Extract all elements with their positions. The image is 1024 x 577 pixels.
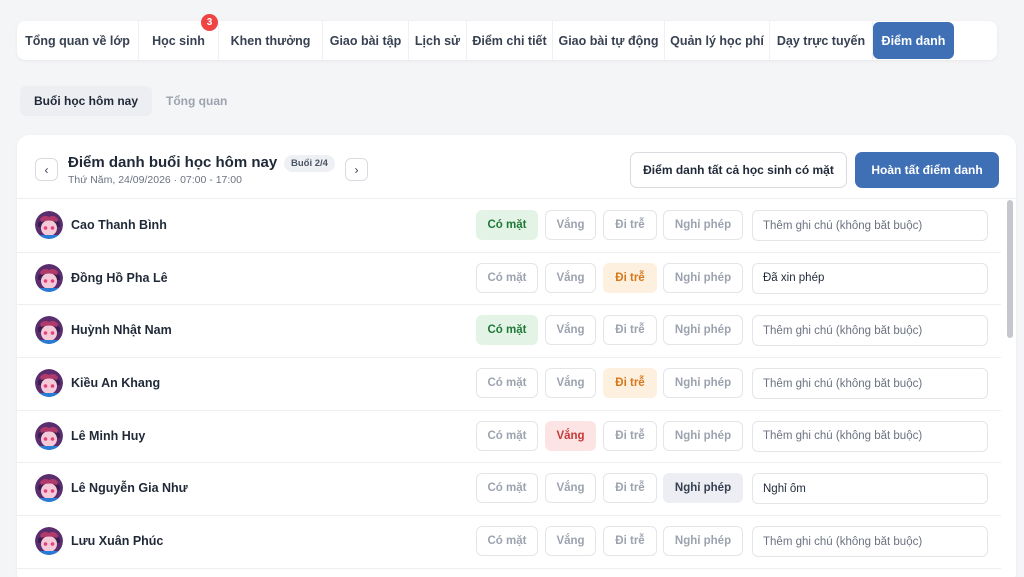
page-title: Điểm danh buổi học hôm nay (68, 154, 278, 171)
status-present-button[interactable]: Có mặt (476, 473, 538, 504)
status-late-button[interactable]: Đi trễ (603, 526, 657, 557)
status-leave-button[interactable]: Nghỉ phép (663, 368, 743, 399)
tab-label: Điểm chi tiết (472, 33, 547, 48)
scrollbar-thumb[interactable] (1007, 200, 1013, 338)
tab-label: Giao bài tập (329, 33, 402, 48)
note-input[interactable] (752, 420, 988, 452)
subtab-0[interactable]: Buổi học hôm nay (20, 86, 153, 116)
avatar (35, 263, 63, 292)
subtab-1[interactable]: Tổng quan (152, 86, 241, 116)
tab-2[interactable]: Khen thưởng (219, 21, 323, 60)
avatar (35, 527, 63, 556)
tab-5[interactable]: Điểm chi tiết (467, 21, 553, 60)
tab-label: Giao bài tự động (558, 33, 659, 48)
status-late-button[interactable]: Đi trễ (603, 315, 657, 346)
tab-1[interactable]: Học sinh 3 (139, 14, 219, 60)
student-name: Lê Minh Huy (71, 428, 146, 443)
status-late-button[interactable]: Đi trễ (603, 262, 657, 293)
student-row: Huỳnh Nhật Nam Có mặt Vắng Đi trễ Nghỉ phép (17, 305, 1001, 359)
finish-attendance-button[interactable]: Hoàn tất điểm danh (855, 152, 999, 188)
chevron-left-icon[interactable]: ‹ (35, 158, 58, 181)
tab-label: Lịch sử (414, 33, 461, 48)
note-input[interactable] (752, 315, 988, 347)
tab-4[interactable]: Lịch sử (409, 21, 467, 60)
attendance-card: ‹ Điểm danh buổi học hôm nay Buổi 2/4 Th… (17, 135, 1016, 577)
student-name: Kiều An Khang (71, 376, 161, 391)
student-name: Lê Nguyễn Gia Như (71, 481, 188, 496)
status-leave-button[interactable]: Nghỉ phép (663, 526, 743, 557)
session-datetime: Thứ Năm, 24/09/2026 · 07:00 - 17:00 (68, 174, 242, 186)
status-leave-button[interactable]: Nghỉ phép (663, 315, 743, 346)
status-present-button[interactable]: Có mặt (476, 262, 538, 293)
student-name: Cao Thanh Bình (71, 218, 167, 232)
note-input[interactable] (752, 210, 988, 241)
status-absent-button[interactable]: Vắng (545, 473, 596, 504)
student-row: Lê Minh Huy Có mặt Vắng Đi trễ Nghỉ phép (17, 411, 1001, 464)
student-row: Đồng Hồ Pha Lê Có mặt Vắng Đi trễ Nghỉ phép (17, 253, 1001, 306)
tab-9[interactable]: Điểm danh (873, 22, 954, 59)
session-badge: Buổi 2/4 (284, 155, 335, 172)
status-late-button[interactable]: Đi trễ (603, 473, 657, 504)
tab-label: Dạy trực tuyến (776, 33, 866, 48)
student-row: Kiều An Khang Có mặt Vắng Đi trễ Nghỉ phép (17, 358, 1001, 411)
note-input[interactable] (752, 368, 988, 400)
student-row: Lưu Xuân Phúc Có mặt Vắng Đi trễ Nghỉ phép (17, 516, 1001, 569)
status-late-button[interactable]: Đi trễ (603, 368, 657, 399)
status-present-button[interactable]: Có mặt (476, 315, 538, 346)
tab-label: Khen thưởng (230, 33, 311, 48)
avatar (35, 211, 63, 239)
status-absent-button[interactable]: Vắng (545, 368, 596, 399)
student-name: Đồng Hồ Pha Lê (71, 270, 168, 285)
note-input[interactable] (752, 526, 988, 558)
tab-label: Tổng quan về lớp (25, 33, 130, 48)
tab-label: Học sinh (152, 33, 205, 48)
attendance-header: ‹ Điểm danh buổi học hôm nay Buổi 2/4 Th… (17, 135, 1016, 199)
student-row: Cao Thanh Bình Có mặt Vắng Đi trễ Nghỉ phép (17, 200, 1001, 253)
status-late-button[interactable]: Đi trễ (603, 420, 657, 451)
status-leave-button[interactable]: Nghỉ phép (663, 473, 743, 504)
student-name: Lưu Xuân Phúc (71, 534, 164, 549)
tab-label: Điểm danh (881, 33, 946, 48)
tab-label: Quản lý học phí (670, 33, 764, 48)
sub-tab-bar: Buổi học hôm nay Tổng quan (20, 86, 241, 116)
status-present-button[interactable]: Có mặt (476, 210, 538, 240)
status-absent-button[interactable]: Vắng (545, 315, 596, 346)
student-row: Lê Nguyễn Gia Như Có mặt Vắng Đi trễ Nghỉ ph… (17, 463, 1001, 517)
avatar (35, 421, 63, 450)
tab-3[interactable]: Giao bài tập (323, 21, 409, 60)
tab-0[interactable]: Tổng quan về lớp (17, 21, 139, 60)
main-tab-bar: Tổng quan về lớp Học sinh 3 Khen thưởng Giao… (17, 14, 997, 60)
note-input[interactable] (752, 473, 988, 505)
status-present-button[interactable]: Có mặt (476, 526, 538, 557)
student-name: Huỳnh Nhật Nam (71, 323, 172, 338)
status-leave-button[interactable]: Nghỉ phép (663, 420, 743, 451)
tab-7[interactable]: Quản lý học phí (665, 21, 770, 60)
mark-all-present-button[interactable]: Điểm danh tất cả học sinh có mặt (630, 152, 847, 188)
avatar (35, 474, 63, 503)
student-list: Cao Thanh BìnhCó mặtVắngĐi trễNghỉ phépĐ… (17, 200, 1001, 569)
status-leave-button[interactable]: Nghỉ phép (663, 210, 743, 240)
avatar (35, 369, 63, 398)
status-absent-button[interactable]: Vắng (545, 262, 596, 293)
tab-8[interactable]: Dạy trực tuyến (770, 21, 873, 60)
status-absent-button[interactable]: Vắng (545, 526, 596, 557)
status-present-button[interactable]: Có mặt (476, 420, 538, 451)
status-absent-button[interactable]: Vắng (545, 210, 596, 240)
status-absent-button[interactable]: Vắng (545, 420, 596, 451)
chevron-right-icon[interactable]: › (345, 158, 368, 181)
status-present-button[interactable]: Có mặt (476, 368, 538, 399)
notification-badge: 3 (201, 14, 218, 31)
avatar (35, 316, 63, 345)
tab-6[interactable]: Giao bài tự động (553, 21, 665, 60)
status-late-button[interactable]: Đi trễ (603, 210, 657, 240)
note-input[interactable] (752, 262, 988, 294)
status-leave-button[interactable]: Nghỉ phép (663, 262, 743, 293)
